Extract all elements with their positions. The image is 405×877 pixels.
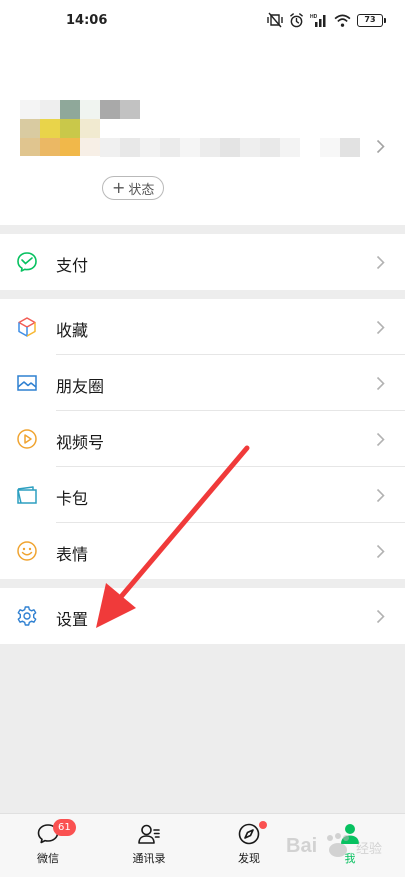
favorites-cube-icon [18,317,36,337]
baidu-watermark-logo: Bai 经验 [286,833,382,857]
chevron-right-icon [376,609,385,624]
svg-text:Bai: Bai [286,835,317,857]
moments-image-icon [17,375,37,391]
status-time: 14:06 [66,13,108,28]
menu-item-stickers[interactable]: 表情 [0,523,405,579]
battery-level: 73 [364,14,376,24]
status-button-label: 状态 [128,182,155,198]
svg-text:HD: HD [310,14,318,20]
plus-icon: + [112,178,126,197]
chevron-right-icon [376,376,385,391]
menu-label-moments: 朋友圈 [56,377,105,396]
tab-contacts[interactable]: 通讯录 [109,814,189,877]
section-features: 收藏 朋友圈 视频号 卡包 表情 [0,299,405,579]
chevron-right-icon [376,432,385,447]
menu-item-cards[interactable]: 卡包 [0,467,405,523]
tab-discover[interactable]: 发现 [209,814,289,877]
section-settings: 设置 [0,588,405,644]
smiley-face-icon [17,541,37,561]
menu-label-settings: 设置 [56,610,89,629]
profile-header[interactable]: + 状态 [0,44,405,225]
menu-item-channels[interactable]: 视频号 [0,411,405,467]
chevron-right-icon [376,320,385,335]
menu-label-stickers: 表情 [56,545,89,564]
unread-badge: 61 [53,819,76,836]
chevron-right-icon [376,139,385,154]
tab-label-contacts: 通讯录 [132,852,166,865]
chevron-right-icon [376,255,385,270]
tab-label-chats: 微信 [37,852,59,865]
menu-item-favorites[interactable]: 收藏 [0,299,405,355]
alarm-icon [290,12,303,27]
menu-item-pay[interactable]: 支付 [0,234,405,290]
card-wallet-icon [17,486,37,504]
channels-play-icon [17,429,37,449]
tab-label-discover: 发现 [238,852,260,865]
menu-item-moments[interactable]: 朋友圈 [0,355,405,411]
menu-label-channels: 视频号 [56,433,105,452]
avatar[interactable] [20,100,100,156]
compass-icon [238,823,260,845]
menu-item-settings[interactable]: 设置 [0,588,405,644]
menu-label-favorites: 收藏 [56,321,89,340]
gear-icon [17,606,37,626]
pixelated-account-info [100,100,380,157]
add-status-button[interactable]: + 状态 [102,176,165,200]
chevron-right-icon [376,488,385,503]
tab-chats[interactable]: 61 微信 [8,814,88,877]
status-bar: 14:06 HD 73 [0,0,405,44]
pay-icon [17,252,37,272]
contacts-person-icon [138,824,160,844]
chevron-right-icon [376,544,385,559]
signal-icon: HD [310,14,326,27]
menu-label-pay: 支付 [56,256,89,275]
notification-dot [259,821,267,829]
section-pay: 支付 [0,234,405,290]
menu-label-cards: 卡包 [56,489,89,508]
wifi-icon [334,14,351,27]
svg-text:经验: 经验 [356,841,382,857]
status-icons: HD 73 [267,12,386,28]
battery-indicator: 73 [357,13,386,27]
vibrate-mute-icon [267,12,283,28]
